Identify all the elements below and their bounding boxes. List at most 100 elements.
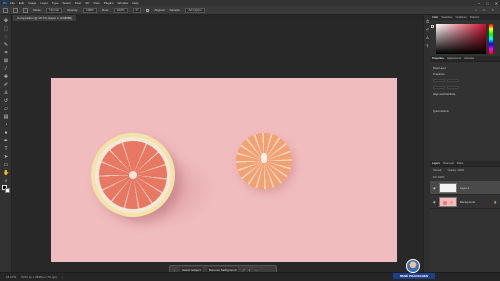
peeled-grapefruit: [236, 133, 292, 189]
tab-properties[interactable]: Properties: [432, 57, 444, 60]
tab-color[interactable]: Color: [432, 16, 438, 19]
move-tool-icon[interactable]: ✥: [3, 18, 9, 24]
tab-libraries[interactable]: Libraries: [464, 57, 474, 60]
share-icon[interactable]: ⇧: [491, 8, 494, 12]
clone-stamp-tool-icon[interactable]: ♙: [3, 90, 9, 96]
flow-field[interactable]: 100%: [113, 7, 128, 13]
color-panel-foreground-swatch[interactable]: [431, 25, 434, 28]
layer-fill-field[interactable]: Fill: 100%: [433, 176, 444, 179]
sample-dropdown[interactable]: All Layers: [185, 7, 205, 13]
brush-settings-icon[interactable]: [23, 7, 28, 13]
aligned-checkbox[interactable]: [146, 8, 150, 12]
menu-view[interactable]: View: [93, 1, 99, 5]
menu-image[interactable]: Image: [28, 1, 36, 5]
gradient-tool-icon[interactable]: ▤: [3, 114, 9, 120]
menu-edit[interactable]: Edit: [19, 1, 24, 5]
height-field[interactable]: [447, 79, 459, 82]
right-panels: Color Swatches Gradients Patterns Proper…: [430, 15, 500, 272]
hand-tool-icon[interactable]: ✋: [3, 170, 9, 176]
tool-preset-icon[interactable]: [13, 7, 18, 13]
color-field[interactable]: [436, 24, 486, 54]
search-icon[interactable]: ⌕: [475, 8, 477, 12]
blur-tool-icon[interactable]: ◔: [3, 122, 9, 128]
frame-tool-icon[interactable]: ⊠: [3, 58, 9, 64]
tab-swatches[interactable]: Swatches: [441, 16, 452, 19]
photoshop-logo[interactable]: Ps: [2, 0, 8, 6]
menu-type[interactable]: Type: [52, 1, 59, 5]
options-bar: Mode: Normal Opacity: 100% Flow: 100% 0°…: [0, 6, 500, 15]
layer-row[interactable]: ◉ Layer 1: [430, 181, 500, 195]
quick-actions-section[interactable]: Quick Actions: [433, 110, 497, 113]
path-select-tool-icon[interactable]: ➤: [3, 154, 9, 160]
crop-tool-icon[interactable]: ⌗: [3, 50, 9, 56]
layer-row[interactable]: ◉ Background 🔒: [430, 195, 500, 209]
menu-select[interactable]: Select: [62, 1, 70, 5]
menu-help[interactable]: Help: [132, 1, 138, 5]
sample-label: Sample:: [169, 8, 181, 12]
tab-gradients[interactable]: Gradients: [455, 16, 466, 19]
zoom-tool-icon[interactable]: ⌕: [3, 178, 9, 184]
tab-layers[interactable]: Layers: [432, 162, 440, 165]
opacity-field[interactable]: 100%: [83, 7, 97, 13]
mask-icon[interactable]: ◐: [249, 268, 251, 272]
history-brush-tool-icon[interactable]: ↺: [3, 98, 9, 104]
menu-window[interactable]: Window: [118, 1, 129, 5]
hue-slider[interactable]: [489, 24, 493, 54]
background-color-swatch[interactable]: [5, 188, 10, 193]
tab-paths[interactable]: Paths: [457, 162, 464, 165]
quick-select-tool-icon[interactable]: ✎: [3, 42, 9, 48]
width-field[interactable]: [433, 79, 445, 82]
eye-icon[interactable]: ◉: [433, 200, 436, 204]
mode-dropdown[interactable]: Normal: [46, 7, 63, 13]
type-tool-icon[interactable]: T: [3, 146, 9, 152]
maximize-button[interactable]: □: [486, 1, 488, 6]
home-icon[interactable]: [3, 7, 8, 13]
layer-name: Background: [460, 199, 475, 204]
workspace-icon[interactable]: ▭: [483, 8, 486, 12]
tab-channels[interactable]: Channels: [443, 162, 454, 165]
layers-panel: Normal Opacity: 100% Fill: 100% ◉ Layer …: [430, 166, 500, 209]
opacity-label: Opacity:: [67, 8, 79, 12]
angle-field[interactable]: 0°: [132, 7, 142, 13]
menu-file[interactable]: File: [10, 1, 15, 5]
layer-name: Layer 1: [460, 185, 470, 190]
eye-icon[interactable]: ◉: [433, 186, 436, 190]
layer-opacity-field[interactable]: Opacity: 100%: [447, 169, 464, 172]
layer-thumbnail: [439, 196, 457, 207]
transform-section[interactable]: Transform: [433, 73, 497, 76]
minimize-button[interactable]: −: [478, 1, 480, 6]
tools-panel: ✥ ⬚ ◌ ✎ ⌗ ⊠ ⁄ ✚ ✐ ♙ ↺ ▱ ▤ ◔ ● ✒ T ➤ ▭ ✋ …: [0, 15, 12, 272]
healing-tool-icon[interactable]: ✚: [3, 74, 9, 80]
drag-handle-icon[interactable]: ⋮: [173, 268, 176, 272]
aligned-label: Aligned: [154, 8, 165, 12]
grapefruit-half: [91, 133, 175, 217]
shape-tool-icon[interactable]: ▭: [3, 162, 9, 168]
status-arrow-icon[interactable]: ›: [62, 275, 63, 279]
tab-patterns[interactable]: Patterns: [470, 16, 480, 19]
eyedropper-tool-icon[interactable]: ⁄: [3, 66, 9, 72]
x-field[interactable]: [433, 86, 445, 89]
transform-icon[interactable]: ⤢: [242, 268, 244, 272]
align-section[interactable]: Align and Distribute: [433, 93, 497, 96]
lasso-tool-icon[interactable]: ◌: [3, 34, 9, 40]
blend-mode-dropdown[interactable]: Normal: [433, 169, 441, 172]
properties-panel: Pixel Layer Transform Align and Distribu…: [430, 61, 500, 161]
properties-title: Pixel Layer: [433, 67, 446, 70]
marquee-tool-icon[interactable]: ⬚: [3, 26, 9, 32]
presenter-avatar: [406, 259, 420, 273]
brush-tool-icon[interactable]: ✐: [3, 82, 9, 88]
menu-layer[interactable]: Layer: [40, 1, 48, 5]
menu-plugins[interactable]: Plugins: [104, 1, 114, 5]
close-button[interactable]: ✕: [495, 1, 498, 6]
dodge-tool-icon[interactable]: ●: [3, 130, 9, 136]
presenter-name: RENÉ PRANSCHEN: [393, 273, 435, 279]
zoom-level[interactable]: 16.67%: [6, 275, 16, 279]
tab-adjustments[interactable]: Adjustments: [447, 57, 461, 60]
menu-filter[interactable]: Filter: [75, 1, 82, 5]
menu-3d[interactable]: 3D: [85, 1, 89, 5]
more-options-icon[interactable]: ⋯: [255, 268, 258, 272]
pen-tool-icon[interactable]: ✒: [3, 138, 9, 144]
eraser-tool-icon[interactable]: ▱: [3, 106, 9, 112]
document-canvas[interactable]: [51, 78, 397, 262]
y-field[interactable]: [447, 86, 459, 89]
